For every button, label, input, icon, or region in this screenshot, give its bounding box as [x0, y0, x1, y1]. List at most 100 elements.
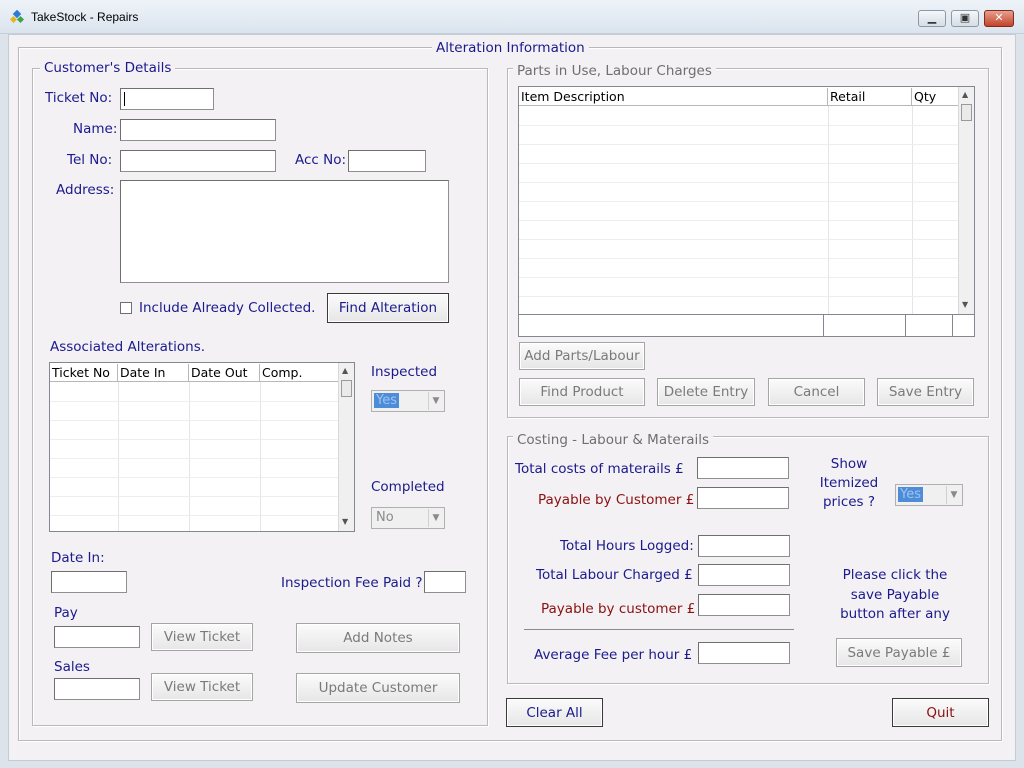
table-row — [519, 125, 958, 126]
minimize-button[interactable]: ▁ — [918, 10, 946, 27]
table-row — [50, 439, 338, 440]
grid-divider — [823, 315, 824, 337]
table-row — [519, 201, 958, 202]
close-icon: ✕ — [994, 11, 1004, 24]
ticket-no-input[interactable] — [120, 88, 214, 110]
scroll-up-icon[interactable]: ▲ — [342, 366, 348, 375]
find-product-button[interactable]: Find Product — [519, 378, 645, 406]
save-payable-button[interactable]: Save Payable £ — [836, 638, 962, 667]
text-cursor — [124, 92, 125, 106]
total-hours-input[interactable] — [698, 535, 790, 557]
alteration-information-label: Alteration Information — [432, 40, 589, 56]
table-row — [519, 144, 958, 145]
inspected-label: Inspected — [371, 364, 438, 380]
scroll-down-icon[interactable]: ▼ — [342, 517, 348, 526]
view-ticket-sales-button[interactable]: View Ticket — [151, 673, 253, 701]
vertical-scrollbar[interactable]: ▲ ▼ — [958, 87, 974, 314]
cancel-button[interactable]: Cancel — [768, 378, 865, 406]
payable-customer-materials-input[interactable] — [697, 487, 789, 509]
column-header-item-description[interactable]: Item Description — [519, 88, 828, 106]
scroll-thumb[interactable] — [961, 104, 972, 121]
grid-divider — [260, 382, 261, 531]
column-header-retail[interactable]: Retail — [828, 88, 912, 106]
completed-select[interactable]: No ▼ — [371, 507, 445, 529]
associated-alterations-grid[interactable]: Ticket No Date In Date Out Comp. ▲ ▼ — [49, 362, 355, 532]
completed-value: No — [376, 510, 394, 525]
divider — [524, 629, 794, 630]
tel-no-input[interactable] — [120, 150, 276, 172]
table-row — [50, 515, 338, 516]
minimize-icon: ▁ — [927, 11, 937, 24]
average-fee-label: Average Fee per hour £ — [534, 647, 693, 663]
scroll-up-icon[interactable]: ▲ — [962, 90, 968, 99]
grid-header: Ticket No Date In Date Out Comp. — [50, 363, 338, 382]
scroll-down-icon[interactable]: ▼ — [962, 300, 968, 309]
view-ticket-pay-button[interactable]: View Ticket — [151, 623, 253, 651]
table-row — [519, 258, 958, 259]
payable-customer-labour-input[interactable] — [698, 594, 790, 616]
associated-alterations-label: Associated Alterations. — [50, 339, 206, 355]
grid-divider — [118, 382, 119, 531]
table-row — [519, 163, 958, 164]
completed-label: Completed — [371, 479, 445, 495]
name-input[interactable] — [120, 119, 276, 141]
chevron-down-icon[interactable]: ▼ — [428, 392, 443, 410]
column-header-date-in[interactable]: Date In — [118, 364, 189, 382]
include-collected-label: Include Already Collected. — [139, 300, 316, 316]
column-header-comp[interactable]: Comp. — [260, 364, 338, 382]
grid-divider — [828, 106, 829, 314]
acc-no-input[interactable] — [348, 150, 426, 172]
maximize-button[interactable]: ▣ — [951, 10, 979, 27]
pay-input[interactable] — [54, 626, 140, 648]
inspection-fee-input[interactable] — [424, 571, 466, 593]
inspection-fee-label: Inspection Fee Paid ? — [281, 575, 423, 591]
chevron-down-icon[interactable]: ▼ — [946, 486, 961, 504]
costing-label: Costing - Labour & Materails — [513, 432, 714, 448]
total-hours-label: Total Hours Logged: — [560, 538, 694, 554]
delete-entry-button[interactable]: Delete Entry — [657, 378, 755, 406]
show-itemized-select[interactable]: Yes ▼ — [895, 484, 963, 506]
acc-no-label: Acc No: — [295, 152, 347, 168]
update-customer-button[interactable]: Update Customer — [296, 673, 460, 703]
table-row — [519, 277, 958, 278]
total-labour-label: Total Labour Charged £ — [536, 567, 693, 583]
chevron-down-icon[interactable]: ▼ — [428, 509, 443, 527]
grid-divider — [912, 106, 913, 314]
window-title: TakeStock - Repairs — [31, 10, 139, 24]
grid-divider — [189, 382, 190, 531]
add-parts-labour-button[interactable]: Add Parts/Labour — [519, 342, 645, 370]
average-fee-input[interactable] — [698, 642, 790, 664]
table-row — [50, 458, 338, 459]
maximize-icon: ▣ — [959, 11, 971, 24]
takestock-app-icon — [9, 9, 25, 25]
ticket-no-label: Ticket No: — [45, 90, 113, 106]
show-itemized-label: Show Itemized prices ? — [819, 456, 879, 510]
address-label: Address: — [56, 182, 115, 198]
payable-customer-labour-label: Payable by customer £ — [541, 601, 696, 617]
sales-input[interactable] — [54, 678, 140, 700]
quit-button[interactable]: Quit — [892, 698, 989, 727]
date-in-input[interactable] — [51, 571, 127, 593]
clear-all-button[interactable]: Clear All — [506, 698, 603, 727]
inspected-select[interactable]: Yes ▼ — [371, 390, 445, 412]
column-header-date-out[interactable]: Date Out — [189, 364, 260, 382]
table-row — [50, 420, 338, 421]
scroll-thumb[interactable] — [341, 380, 352, 397]
parts-grid[interactable]: Item Description Retail Qty ▲ ▼ — [518, 86, 975, 337]
save-entry-button[interactable]: Save Entry — [877, 378, 974, 406]
address-textarea[interactable] — [120, 180, 449, 283]
totals-row — [519, 314, 974, 337]
add-notes-button[interactable]: Add Notes — [296, 623, 460, 653]
total-labour-input[interactable] — [698, 564, 790, 586]
parts-labour-label: Parts in Use, Labour Charges — [513, 63, 716, 79]
column-header-qty[interactable]: Qty — [912, 88, 958, 106]
close-button[interactable]: ✕ — [984, 10, 1014, 27]
vertical-scrollbar[interactable]: ▲ ▼ — [338, 363, 354, 531]
table-row — [519, 296, 958, 297]
find-alteration-button[interactable]: Find Alteration — [327, 293, 449, 323]
table-row — [50, 477, 338, 478]
table-row — [519, 239, 958, 240]
total-materials-input[interactable] — [697, 457, 789, 479]
column-header-ticket-no[interactable]: Ticket No — [50, 364, 118, 382]
include-collected-checkbox[interactable] — [120, 302, 132, 314]
